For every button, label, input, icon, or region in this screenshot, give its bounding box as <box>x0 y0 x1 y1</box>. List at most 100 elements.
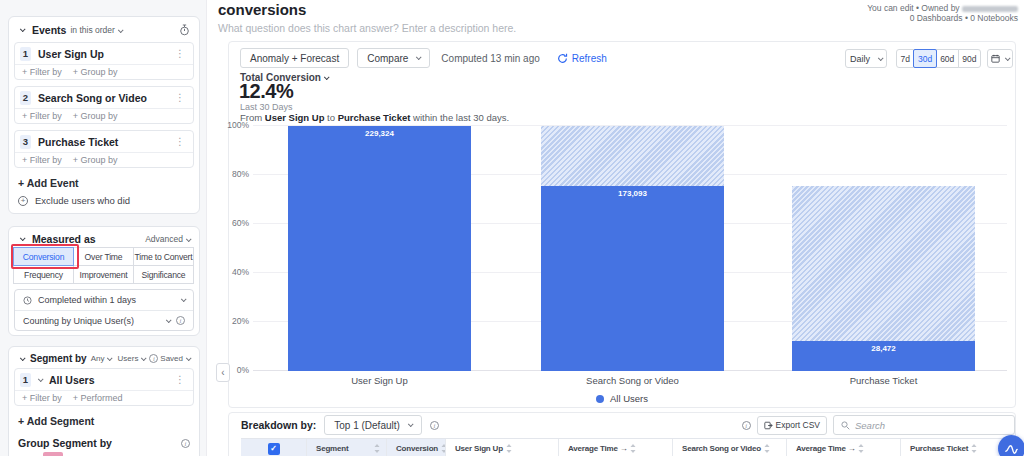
exclude-users-button[interactable]: + Exclude users who did <box>9 191 199 206</box>
mode-over-time[interactable]: Over Time <box>73 247 134 266</box>
measured-as-panel: Measured as Advanced Conversion Over Tim… <box>8 226 200 336</box>
event-name[interactable]: User Sign Up <box>38 48 175 60</box>
collapse-sidebar-button[interactable]: ‹ <box>216 363 230 382</box>
events-order-dropdown[interactable]: in this order <box>70 25 121 35</box>
info-icon[interactable]: i <box>181 439 190 448</box>
calendar-dropdown[interactable] <box>987 49 1013 68</box>
ai-assistant-icon <box>1004 441 1019 456</box>
group-by-link[interactable]: + Group by <box>73 155 118 165</box>
chart-legend[interactable]: All Users <box>229 393 1015 404</box>
x-axis-label: User Sign Up <box>248 375 511 386</box>
segment-any-dropdown[interactable]: Any <box>91 354 112 363</box>
export-csv-button[interactable]: Export CSV <box>757 416 827 435</box>
event-row[interactable]: 3 Purchase Ticket ⋮ <box>15 131 193 152</box>
sort-icon[interactable] <box>506 444 512 453</box>
info-icon[interactable]: i <box>149 354 158 363</box>
event-row[interactable]: 1 User Sign Up ⋮ <box>15 43 193 64</box>
segment-name[interactable]: All Users <box>49 374 175 386</box>
event-name[interactable]: Search Song or Video <box>38 92 175 104</box>
event-number: 2 <box>20 91 31 105</box>
event-menu-icon[interactable]: ⋮ <box>175 48 188 59</box>
funnel-description: From User Sign Up to Purchase Ticket wit… <box>240 112 509 123</box>
mode-time-to-convert[interactable]: Time to Convert <box>133 247 194 266</box>
mode-frequency[interactable]: Frequency <box>13 265 74 284</box>
range-60d[interactable]: 60d <box>936 49 959 68</box>
dropoff-hatch <box>541 126 724 186</box>
segment-number: 1 <box>20 373 31 387</box>
col-average-time-1[interactable]: Average Time → <box>559 439 673 456</box>
sort-icon[interactable] <box>858 444 864 453</box>
event-number: 1 <box>20 47 31 61</box>
calendar-icon <box>991 54 1000 63</box>
holdout-timer-icon[interactable] <box>179 24 190 36</box>
sort-icon[interactable] <box>374 444 380 453</box>
info-icon[interactable]: i <box>176 316 185 325</box>
col-conversion[interactable]: Conversion <box>387 439 446 456</box>
breakdown-dropdown[interactable]: Top 1 (Default) <box>324 415 422 435</box>
add-segment-button[interactable]: + Add Segment <box>9 412 199 429</box>
completed-within-dropdown[interactable]: Completed within 1 days <box>15 290 193 310</box>
funnel-bar-2[interactable]: 173,093Search Song or Video <box>541 126 724 371</box>
range-30d[interactable]: 30d <box>913 49 936 68</box>
page-title[interactable]: conversions <box>218 1 306 18</box>
sort-icon[interactable] <box>971 444 977 453</box>
sort-icon[interactable] <box>630 444 636 453</box>
sort-icon[interactable] <box>764 444 770 453</box>
mode-conversion[interactable]: Conversion <box>13 247 74 266</box>
filter-by-link[interactable]: + Filter by <box>22 67 62 77</box>
dashboards-notebooks-count: 0 Dashboards • 0 Notebooks <box>867 13 1018 23</box>
group-segment-chip[interactable] <box>43 452 63 456</box>
mode-significance[interactable]: Significance <box>133 265 194 284</box>
info-icon[interactable]: i <box>742 421 751 430</box>
info-icon[interactable]: i <box>430 421 439 430</box>
chart-toolbar: Anomaly + Forecast Compare Computed 13 m… <box>240 48 607 68</box>
converted-bar[interactable]: 173,093 <box>541 186 724 371</box>
refresh-icon <box>557 53 568 64</box>
funnel-bar-3[interactable]: 28,472Purchase Ticket <box>792 126 975 371</box>
segment-users-dropdown[interactable]: Users <box>117 354 145 363</box>
segment-saved-dropdown[interactable]: Saved <box>160 354 190 363</box>
search-input[interactable]: Search <box>833 415 1015 435</box>
collapse-segment-icon[interactable] <box>20 355 26 361</box>
converted-bar[interactable]: 229,324 <box>288 126 471 371</box>
col-user-sign-up[interactable]: User Sign Up <box>446 439 559 456</box>
group-by-link[interactable]: + Group by <box>73 111 118 121</box>
segment-menu-icon[interactable]: ⋮ <box>175 374 188 385</box>
add-event-button[interactable]: + Add Event <box>9 174 199 191</box>
period-label: Last 30 Days <box>240 102 293 112</box>
collapse-events-icon[interactable] <box>20 26 26 32</box>
performed-link[interactable]: + Performed <box>73 393 123 403</box>
segment-expand-icon[interactable] <box>38 376 44 382</box>
range-7d[interactable]: 7d <box>896 49 914 68</box>
event-menu-icon[interactable]: ⋮ <box>175 92 188 103</box>
ai-assistant-button[interactable] <box>998 435 1024 456</box>
col-search-song[interactable]: Search Song or Video <box>673 439 787 456</box>
filter-by-link[interactable]: + Filter by <box>22 393 62 403</box>
segment-by-panel: Segment by Any Users i Saved 1 All Users… <box>8 346 200 456</box>
compare-button[interactable]: Compare <box>357 48 430 68</box>
select-all-checkbox[interactable]: ✓ <box>268 443 280 455</box>
y-axis-label: 100% <box>227 120 249 130</box>
advanced-dropdown[interactable]: Advanced <box>145 234 190 244</box>
converted-bar[interactable]: 28,472 <box>792 341 975 371</box>
counting-by-dropdown[interactable]: Counting by Unique User(s) i <box>15 310 193 330</box>
clock-icon <box>23 296 32 305</box>
col-average-time-2[interactable]: Average Time → <box>787 439 901 456</box>
funnel-bar-1[interactable]: 229,324User Sign Up <box>288 126 471 371</box>
refresh-button[interactable]: Refresh <box>557 53 607 64</box>
filter-by-link[interactable]: + Filter by <box>22 111 62 121</box>
event-name[interactable]: Purchase Ticket <box>38 136 175 148</box>
event-menu-icon[interactable]: ⋮ <box>175 136 188 147</box>
collapse-measured-icon[interactable] <box>20 235 26 241</box>
mode-improvement[interactable]: Improvement <box>73 265 134 284</box>
filter-by-link[interactable]: + Filter by <box>22 155 62 165</box>
event-row[interactable]: 2 Search Song or Video ⋮ <box>15 87 193 108</box>
col-segment[interactable]: Segment <box>307 439 387 456</box>
anomaly-forecast-button[interactable]: Anomaly + Forecast <box>240 48 349 68</box>
page-description-placeholder[interactable]: What question does this chart answer? En… <box>218 22 516 34</box>
range-90d[interactable]: 90d <box>958 49 981 68</box>
event-number: 3 <box>20 135 31 149</box>
segment-row[interactable]: 1 All Users ⋮ <box>15 369 193 390</box>
group-by-link[interactable]: + Group by <box>73 67 118 77</box>
interval-dropdown[interactable]: Daily <box>845 49 887 68</box>
